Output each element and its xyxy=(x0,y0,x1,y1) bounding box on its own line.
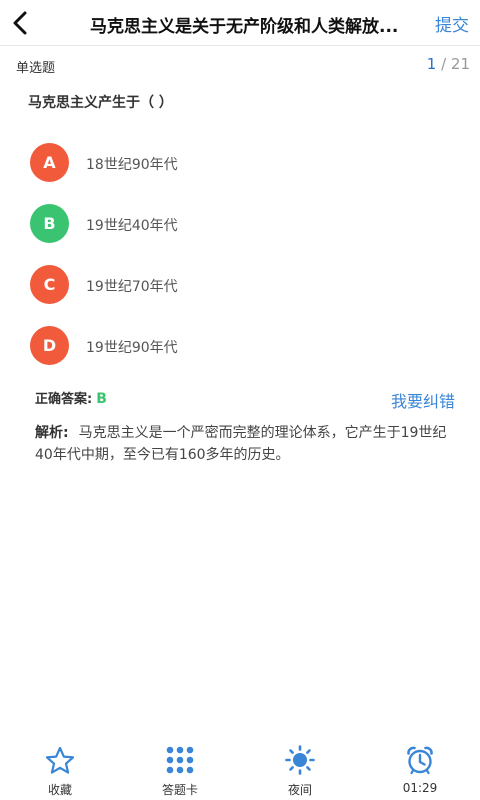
option-b-badge: B xyxy=(30,204,69,243)
submit-button[interactable]: 提交 xyxy=(435,11,469,36)
current-question-number: 1 xyxy=(426,55,437,73)
option-d[interactable]: D 19世纪90年代 xyxy=(30,326,450,387)
answer-card-button[interactable]: 答题卡 xyxy=(120,740,240,800)
option-b[interactable]: B 19世纪40年代 xyxy=(30,204,450,265)
grid-icon xyxy=(166,746,194,774)
option-b-text: 19世纪40年代 xyxy=(86,218,178,234)
bottom-toolbar: 收藏 答题卡 夜间 01:29 xyxy=(0,740,480,800)
option-c-badge: C xyxy=(30,265,69,304)
option-c-text: 19世纪70年代 xyxy=(86,279,178,295)
night-mode-button[interactable]: 夜间 xyxy=(240,740,360,800)
counter-separator: / xyxy=(436,55,451,73)
option-a[interactable]: A 18世纪90年代 xyxy=(30,143,450,204)
question-text: 马克思主义产生于（ ） xyxy=(28,95,173,111)
report-error-link[interactable]: 我要纠错 xyxy=(391,388,455,412)
night-mode-label: 夜间 xyxy=(287,783,312,797)
option-d-badge: D xyxy=(30,326,69,365)
answer-card-label: 答题卡 xyxy=(161,783,198,797)
chevron-left-icon xyxy=(13,11,27,35)
total-question-count: 21 xyxy=(450,55,470,73)
star-icon xyxy=(45,746,75,774)
favorite-button[interactable]: 收藏 xyxy=(0,740,120,800)
option-a-text: 18世纪90年代 xyxy=(86,157,178,173)
option-c[interactable]: C 19世纪70年代 xyxy=(30,265,450,326)
option-a-badge: A xyxy=(30,143,69,182)
analysis-text: 马克思主义是一个严密而完整的理论体系，它产生于19世纪40年代中期，至今已有16… xyxy=(35,425,447,463)
options-list: A 18世纪90年代 B 19世纪40年代 C 19世纪70年代 D 19世纪9… xyxy=(30,143,450,387)
timer-button[interactable]: 01:29 xyxy=(360,740,480,800)
timer-label: 01:29 xyxy=(402,781,438,795)
question-type-label: 单选题 xyxy=(16,61,56,76)
header-bar: 马克思主义是关于无产阶级和人类解放... 提交 xyxy=(0,0,480,46)
analysis-label: 解析: xyxy=(35,425,69,441)
alarm-clock-icon xyxy=(407,746,433,775)
analysis-block: 解析: 马克思主义是一个严密而完整的理论体系，它产生于19世纪40年代中期，至今已… xyxy=(35,422,455,466)
page-title: 马克思主义是关于无产阶级和人类解放... xyxy=(90,17,399,37)
sun-icon xyxy=(285,745,315,775)
question-meta: 单选题 1 / 21 xyxy=(0,46,480,80)
option-d-text: 19世纪90年代 xyxy=(86,340,178,356)
favorite-label: 收藏 xyxy=(47,783,72,797)
correct-answer-label: 正确答案: xyxy=(35,392,93,407)
question-counter: 1 / 21 xyxy=(427,55,470,73)
back-button[interactable] xyxy=(6,8,34,38)
correct-answer-value: B xyxy=(96,391,107,407)
correct-answer-row: 正确答案: B 我要纠错 xyxy=(35,388,455,412)
